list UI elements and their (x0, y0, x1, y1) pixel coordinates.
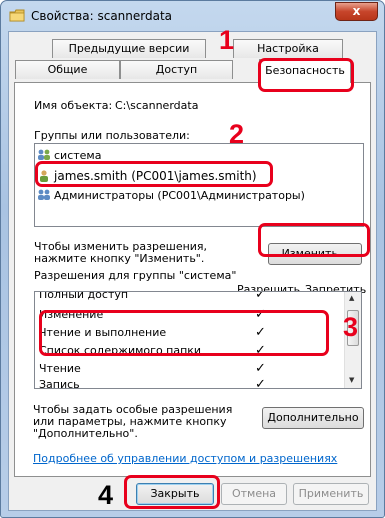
step-number-2: 2 (229, 119, 245, 149)
tab-label: Общие (47, 63, 88, 76)
table-row: Полный доступ ✓ (39, 291, 339, 304)
object-name-value: C:\scannerdata (115, 99, 199, 112)
step-number-4: 4 (98, 480, 114, 510)
tab-sharing[interactable]: Доступ (120, 60, 233, 79)
permission-name: Полный доступ (39, 291, 129, 301)
allow-check: ✓ (255, 377, 266, 389)
tab-settings[interactable]: Настройка (233, 39, 343, 58)
step-number-1: 1 (219, 25, 235, 55)
scroll-up-icon[interactable]: ▲ (349, 294, 354, 302)
group-icon (38, 189, 50, 200)
folder-icon (9, 9, 25, 22)
dialog-client: Предыдущие версии Настройка Общие Доступ… (8, 31, 377, 511)
allow-check: ✓ (255, 291, 266, 302)
group-icon (38, 149, 50, 160)
callout-change-button (258, 223, 370, 257)
groups-label: Группы или пользователи: (34, 129, 190, 142)
cancel-button-label: Отмена (231, 487, 277, 500)
help-link[interactable]: Подробнее об управлении доступом и разре… (33, 452, 337, 465)
object-name-label: Имя объекта: (34, 99, 113, 112)
callout-close-button (124, 475, 220, 509)
tab-general[interactable]: Общие (15, 60, 120, 79)
permission-name: Запись (39, 378, 80, 389)
change-hint: Чтобы изменить разрешения, нажмите кнопк… (34, 240, 208, 265)
advanced-button[interactable]: Дополнительно (262, 407, 364, 429)
tab-previous-versions[interactable]: Предыдущие версии (52, 39, 206, 58)
callout-permissions (39, 310, 329, 356)
group-name: Администраторы (PC001\Администраторы) (54, 189, 305, 202)
title-bar[interactable]: Свойства: scannerdata x (1, 1, 384, 31)
window-title: Свойства: scannerdata (31, 9, 173, 23)
scroll-down-icon[interactable]: ▼ (349, 376, 354, 384)
table-row: Запись ✓ (39, 376, 339, 389)
tab-label: Предыдущие версии (68, 42, 190, 55)
close-window-button[interactable]: x (335, 2, 378, 21)
list-item[interactable]: Администраторы (PC001\Администраторы) (37, 188, 305, 204)
permissions-heading: Разрешения для группы "система" (34, 269, 237, 282)
step-number-3: 3 (343, 312, 359, 342)
apply-button[interactable]: Применить (293, 483, 369, 505)
special-permissions-hint: Чтобы задать особые разрешения или парам… (33, 403, 233, 440)
callout-user-entry (35, 161, 273, 187)
callout-security-tab (258, 58, 354, 92)
tab-label: Доступ (155, 63, 198, 76)
tab-label: Настройка (257, 42, 319, 55)
advanced-button-label: Дополнительно (267, 411, 359, 424)
apply-button-label: Применить (298, 487, 364, 500)
cancel-button[interactable]: Отмена (221, 483, 287, 505)
